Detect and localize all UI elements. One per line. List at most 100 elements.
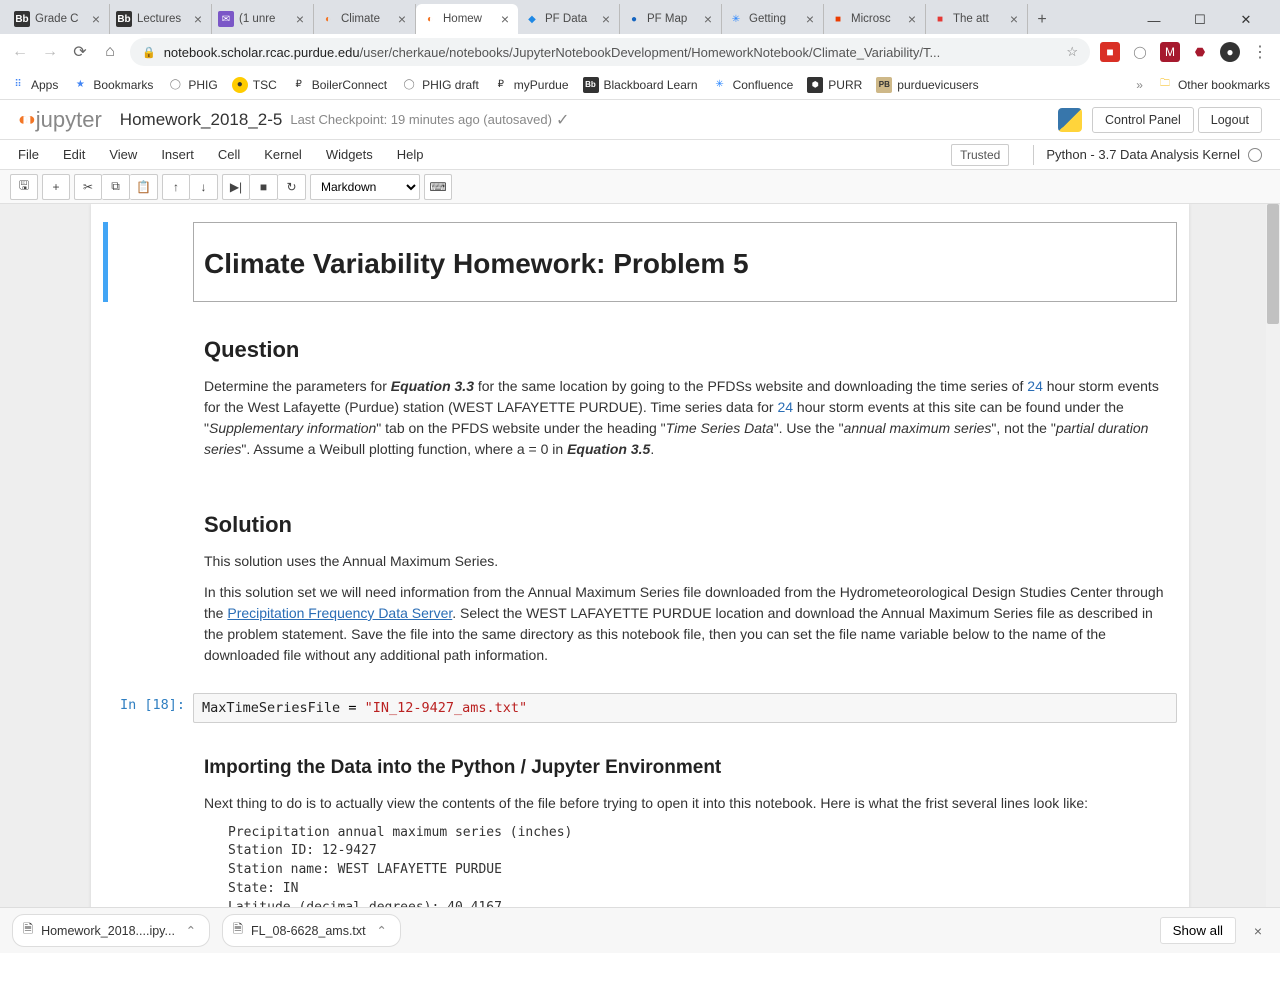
move-up-button[interactable]: ↑ bbox=[162, 174, 190, 200]
run-button[interactable]: ▶| bbox=[222, 174, 250, 200]
save-button[interactable]: 🖫 bbox=[10, 174, 38, 200]
markdown-cell[interactable]: Importing the Data into the Python / Jup… bbox=[97, 733, 1183, 907]
bookmark-item[interactable]: ✳Confluence bbox=[712, 77, 794, 93]
browser-tab[interactable]: BbGrade C× bbox=[8, 4, 110, 34]
browser-tab[interactable]: ✉(1 unre× bbox=[212, 4, 314, 34]
bookmarks-overflow-icon[interactable]: » bbox=[1136, 78, 1143, 92]
other-bookmarks[interactable]: 🗀Other bookmarks bbox=[1157, 77, 1270, 93]
menu-icon[interactable]: ⋮ bbox=[1250, 42, 1270, 62]
markdown-cell[interactable]: Climate Variability Homework: Problem 5 bbox=[97, 222, 1183, 302]
chevron-up-icon[interactable]: ⌃ bbox=[183, 923, 199, 938]
bookmark-item[interactable]: ●TSC bbox=[232, 77, 277, 93]
extension-icon[interactable]: M bbox=[1160, 42, 1180, 62]
forward-icon[interactable]: → bbox=[40, 42, 60, 62]
maximize-icon[interactable]: ☐ bbox=[1186, 6, 1214, 34]
menu-insert[interactable]: Insert bbox=[149, 147, 206, 162]
bookmark-item[interactable]: ◯PHIG draft bbox=[401, 77, 479, 93]
jupyter-logo[interactable]: ◐◑jupyter bbox=[18, 107, 102, 133]
menu-cell[interactable]: Cell bbox=[206, 147, 252, 162]
scrollbar-thumb[interactable] bbox=[1267, 204, 1279, 324]
kernel-name[interactable]: Python - 3.7 Data Analysis Kernel bbox=[1046, 147, 1262, 162]
close-icon[interactable]: × bbox=[293, 12, 307, 26]
chevron-up-icon[interactable]: ⌃ bbox=[374, 923, 390, 938]
python-logo-icon[interactable] bbox=[1058, 108, 1082, 132]
command-palette-button[interactable]: ⌨ bbox=[424, 174, 452, 200]
avatar[interactable]: ● bbox=[1220, 42, 1240, 62]
browser-tab[interactable]: ■Microsc× bbox=[824, 4, 926, 34]
markdown-cell[interactable]: Solution This solution uses the Annual M… bbox=[97, 487, 1183, 683]
close-icon[interactable]: × bbox=[905, 12, 919, 26]
control-panel-button[interactable]: Control Panel bbox=[1092, 107, 1194, 133]
stop-button[interactable]: ■ bbox=[250, 174, 278, 200]
close-window-icon[interactable]: ✕ bbox=[1232, 6, 1260, 34]
extension-icon[interactable]: ◯ bbox=[1130, 42, 1150, 62]
notebook-name[interactable]: Homework_2018_2-5 bbox=[120, 110, 283, 130]
browser-tab[interactable]: BbLectures× bbox=[110, 4, 212, 34]
star-icon: ★ bbox=[72, 77, 88, 93]
bookmark-item[interactable]: PBpurduevicusers bbox=[876, 77, 978, 93]
copy-button[interactable]: ⧉ bbox=[102, 174, 130, 200]
move-down-button[interactable]: ↓ bbox=[190, 174, 218, 200]
pfds-link[interactable]: Precipitation Frequency Data Server bbox=[227, 605, 452, 621]
apps-button[interactable]: ⠿Apps bbox=[10, 77, 58, 93]
favicon-icon: PB bbox=[876, 77, 892, 93]
minimize-icon[interactable]: — bbox=[1140, 6, 1168, 34]
browser-tab[interactable]: ●PF Map× bbox=[620, 4, 722, 34]
close-icon[interactable]: × bbox=[599, 12, 613, 26]
tab-title: (1 unre bbox=[239, 13, 290, 25]
bookmark-item[interactable]: ⬢PURR bbox=[807, 77, 862, 93]
browser-tab[interactable]: ◐Climate× bbox=[314, 4, 416, 34]
page-title: Climate Variability Homework: Problem 5 bbox=[204, 243, 1166, 285]
bookmark-label: Apps bbox=[31, 78, 58, 92]
cut-button[interactable]: ✂ bbox=[74, 174, 102, 200]
bookmark-star-icon[interactable]: ☆ bbox=[1066, 44, 1078, 60]
address-bar[interactable]: 🔒 notebook.scholar.rcac.purdue.edu/user/… bbox=[130, 38, 1090, 66]
bookmark-label: PURR bbox=[828, 78, 862, 92]
bookmark-label: BoilerConnect bbox=[312, 78, 387, 92]
close-icon[interactable]: × bbox=[1248, 923, 1268, 939]
menu-edit[interactable]: Edit bbox=[51, 147, 97, 162]
extension-icon[interactable]: ⬣ bbox=[1190, 42, 1210, 62]
download-item[interactable]: 🗎FL_08-6628_ams.txt⌃ bbox=[222, 914, 401, 947]
close-icon[interactable]: × bbox=[498, 12, 512, 26]
home-icon[interactable]: ⌂ bbox=[100, 42, 120, 62]
code-input[interactable]: MaxTimeSeriesFile = "IN_12-9427_ams.txt" bbox=[193, 693, 1177, 723]
menu-help[interactable]: Help bbox=[385, 147, 436, 162]
close-icon[interactable]: × bbox=[803, 12, 817, 26]
bookmark-item[interactable]: ★Bookmarks bbox=[72, 77, 153, 93]
close-icon[interactable]: × bbox=[1007, 12, 1021, 26]
browser-tab[interactable]: ✳Getting× bbox=[722, 4, 824, 34]
bookmark-label: Other bookmarks bbox=[1178, 78, 1270, 92]
trusted-badge[interactable]: Trusted bbox=[951, 144, 1009, 166]
menu-kernel[interactable]: Kernel bbox=[252, 147, 314, 162]
close-icon[interactable]: × bbox=[191, 12, 205, 26]
browser-tab[interactable]: ■The att× bbox=[926, 4, 1028, 34]
browser-tab[interactable]: ◆PF Data× bbox=[518, 4, 620, 34]
tab-title: Homew bbox=[443, 13, 495, 25]
menu-view[interactable]: View bbox=[97, 147, 149, 162]
browser-tab-active[interactable]: ◐Homew× bbox=[416, 4, 518, 34]
close-icon[interactable]: × bbox=[701, 12, 715, 26]
extension-icon[interactable]: ■ bbox=[1100, 42, 1120, 62]
add-cell-button[interactable]: + bbox=[42, 174, 70, 200]
markdown-cell[interactable]: Question Determine the parameters for Eq… bbox=[97, 312, 1183, 477]
back-icon[interactable]: ← bbox=[10, 42, 30, 62]
bookmark-item[interactable]: ₽BoilerConnect bbox=[291, 77, 387, 93]
bookmark-item[interactable]: ◯PHIG bbox=[167, 77, 217, 93]
show-all-button[interactable]: Show all bbox=[1160, 917, 1236, 944]
bookmark-item[interactable]: ₽myPurdue bbox=[493, 77, 569, 93]
menu-widgets[interactable]: Widgets bbox=[314, 147, 385, 162]
close-icon[interactable]: × bbox=[89, 12, 103, 26]
new-tab-button[interactable]: + bbox=[1028, 6, 1056, 34]
bookmark-item[interactable]: BbBlackboard Learn bbox=[583, 77, 698, 93]
cell-type-select[interactable]: Markdown bbox=[310, 174, 420, 200]
reload-icon[interactable]: ⟳ bbox=[70, 42, 90, 62]
logout-button[interactable]: Logout bbox=[1198, 107, 1262, 133]
code-cell[interactable]: In [18]: MaxTimeSeriesFile = "IN_12-9427… bbox=[97, 693, 1183, 723]
download-item[interactable]: 🗎Homework_2018....ipy...⌃ bbox=[12, 914, 210, 947]
scrollbar[interactable] bbox=[1266, 204, 1280, 907]
close-icon[interactable]: × bbox=[395, 12, 409, 26]
paste-button[interactable]: 📋 bbox=[130, 174, 158, 200]
menu-file[interactable]: File bbox=[18, 147, 51, 162]
restart-button[interactable]: ↻ bbox=[278, 174, 306, 200]
